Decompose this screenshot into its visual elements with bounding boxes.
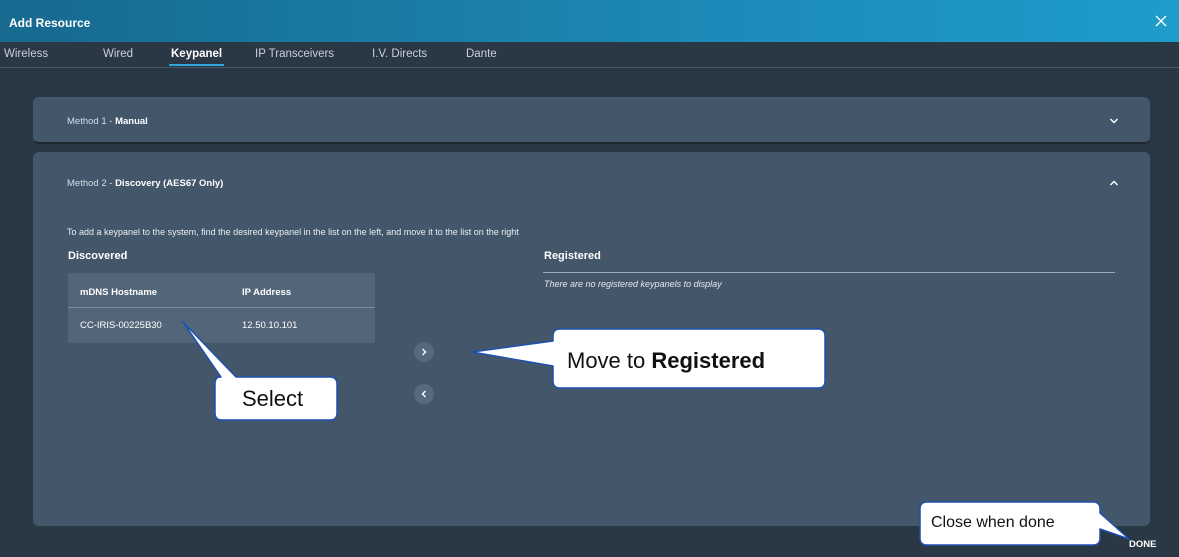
close-callout-text: Close when done (931, 514, 1055, 531)
callout-overlay (182, 321, 1130, 546)
move-callout-prefix: Move to (567, 348, 652, 373)
select-callout-text: Select (242, 386, 304, 411)
move-callout-text: Move to Registered (567, 348, 765, 374)
move-callout-bold: Registered (651, 348, 766, 373)
